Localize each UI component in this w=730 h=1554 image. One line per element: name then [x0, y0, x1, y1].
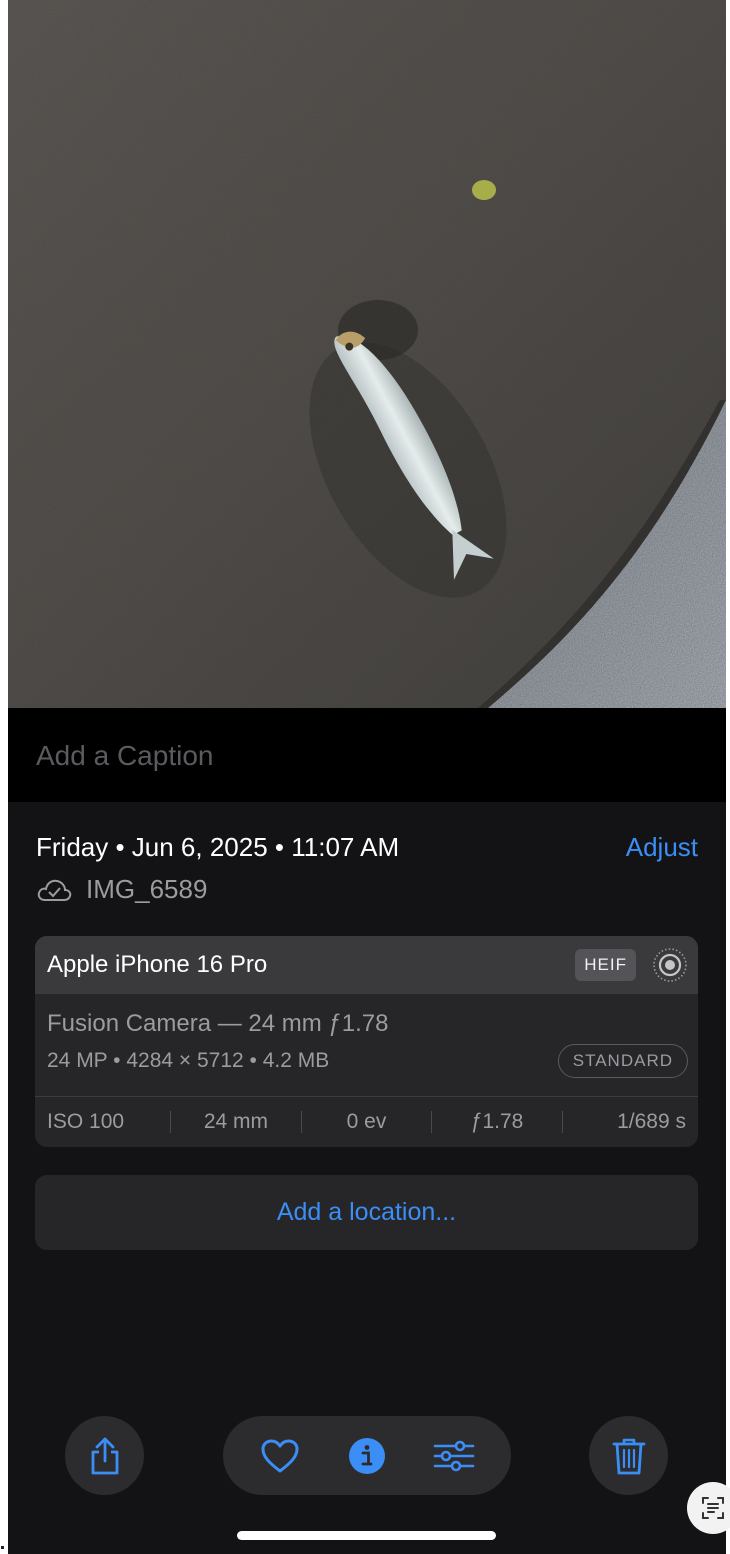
- shutter-speed-value: 1/689 s: [617, 1109, 686, 1133]
- exif-header: Apple iPhone 16 Pro HEIF: [35, 936, 698, 994]
- caption-bar: [8, 708, 726, 802]
- photo-viewer-screen: Friday • Jun 6, 2025 • 11:07 AM Adjust I…: [8, 0, 726, 1554]
- favorite-button[interactable]: [252, 1428, 308, 1484]
- photographic-style-badge: STANDARD: [557, 1044, 688, 1078]
- icloud-check-icon: [37, 879, 72, 901]
- format-badge: HEIF: [575, 949, 636, 981]
- delete-button[interactable]: [589, 1416, 668, 1495]
- aperture-value: ƒ1.78: [470, 1109, 524, 1133]
- filename-label: IMG_6589: [86, 874, 208, 904]
- caption-input[interactable]: [36, 738, 696, 774]
- live-text-button[interactable]: [687, 1482, 730, 1534]
- share-icon: [91, 1437, 118, 1474]
- info-button[interactable]: [339, 1428, 395, 1484]
- exif-values-row: ISO 100 24 mm 0 ev ƒ1.78 1/689 s: [35, 1096, 698, 1147]
- exposure-value: 0 ev: [346, 1109, 387, 1133]
- date-time-label: Friday • Jun 6, 2025 • 11:07 AM: [36, 832, 400, 862]
- device-name: Apple iPhone 16 Pro: [47, 951, 268, 978]
- edge-dot: [1, 1546, 4, 1549]
- adjust-sliders-icon: [433, 1440, 474, 1471]
- focal-length-value: 24 mm: [203, 1109, 268, 1133]
- photo-image[interactable]: [8, 0, 726, 708]
- home-indicator[interactable]: [237, 1531, 496, 1540]
- lens-info: Fusion Camera — 24 mm ƒ1.78: [47, 1010, 389, 1037]
- live-text-icon: [702, 1497, 724, 1519]
- add-location-button[interactable]: Add a location...: [35, 1175, 698, 1250]
- photo-actions-group: [223, 1416, 511, 1495]
- filename-row: IMG_6589: [36, 874, 207, 905]
- iso-value: ISO 100: [47, 1109, 125, 1133]
- trash-icon: [612, 1438, 645, 1474]
- heart-icon: [261, 1439, 299, 1472]
- adjust-date-button[interactable]: Adjust: [626, 832, 698, 863]
- image-specs: 24 MP • 4284 × 5712 • 4.2 MB: [47, 1049, 330, 1072]
- share-button[interactable]: [65, 1416, 144, 1495]
- info-icon: [348, 1437, 385, 1474]
- exif-card: Apple iPhone 16 Pro HEIF Fusion Camera —…: [35, 936, 698, 1147]
- edit-button[interactable]: [426, 1428, 482, 1484]
- live-photo-icon[interactable]: [652, 947, 688, 983]
